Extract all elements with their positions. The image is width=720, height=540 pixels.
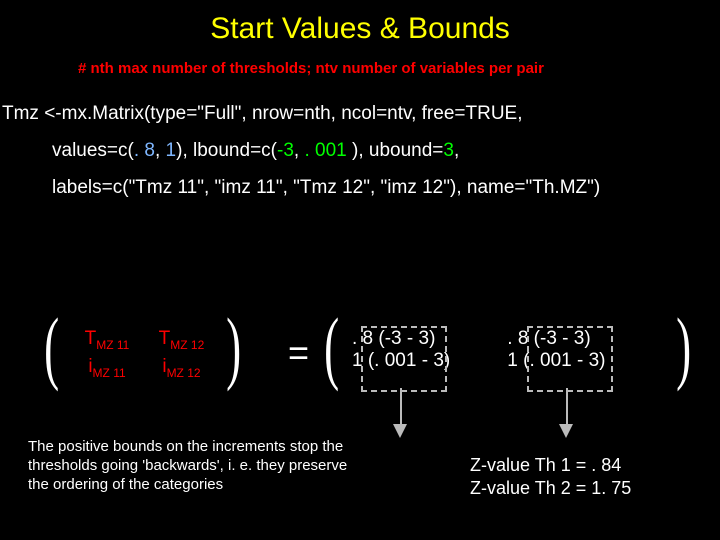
num-literal: . 8 [134, 140, 155, 161]
symbol-matrix: TMZ 11 TMZ 12 iMZ 11 iMZ 12 [72, 328, 216, 380]
code-text: , [155, 140, 166, 161]
num-literal: 3 [443, 140, 454, 161]
code-line-3: labels=c("Tmz 11", "imz 11", "Tmz 12", "… [52, 169, 720, 206]
code-block: Tmz <-mx.Matrix(type="Full", nrow=nth, n… [0, 95, 720, 206]
right-paren-icon: ) [676, 300, 691, 394]
code-line-2: values=c(. 8, 1), lbound=c(-3, . 001 ), … [52, 132, 720, 169]
explanatory-note: The positive bounds on the increments st… [28, 438, 348, 494]
arrow-line [566, 388, 568, 428]
equals-sign: = [288, 332, 309, 374]
code-text: ), lbound=c( [176, 140, 277, 161]
z-values: Z-value Th 1 = . 84 Z-value Th 2 = 1. 75 [470, 454, 631, 501]
highlight-box [361, 326, 447, 392]
matrix-cell: TMZ 11 [72, 328, 142, 352]
num-literal: . 001 [304, 140, 346, 161]
left-paren-icon: ( [44, 300, 59, 394]
num-literal: -3 [277, 140, 294, 161]
num-literal: 1 [166, 140, 177, 161]
code-comment: # nth max number of thresholds; ntv numb… [78, 60, 720, 77]
cell-sub: MZ 12 [167, 366, 201, 380]
code-text: values=c( [52, 140, 134, 161]
right-paren-icon: ) [226, 300, 241, 394]
z-value-line: Z-value Th 2 = 1. 75 [470, 477, 631, 500]
page-title: Start Values & Bounds [0, 0, 720, 46]
code-text: , [294, 140, 305, 161]
matrix-cell: TMZ 12 [146, 328, 216, 352]
matrix-cell: iMZ 11 [72, 356, 142, 380]
code-text: ), ubound= [347, 140, 444, 161]
code-line-1: Tmz <-mx.Matrix(type="Full", nrow=nth, n… [2, 95, 720, 132]
left-paren-icon: ( [324, 300, 339, 394]
cell-sub: MZ 11 [96, 338, 129, 352]
cell-sub: MZ 12 [170, 338, 204, 352]
arrow-down-icon [559, 424, 573, 438]
cell-sub: MZ 11 [93, 366, 126, 380]
code-text: , [454, 140, 459, 161]
z-value-line: Z-value Th 1 = . 84 [470, 454, 631, 477]
arrow-down-icon [393, 424, 407, 438]
cell-main: T [85, 328, 97, 349]
matrix-cell: iMZ 12 [146, 356, 216, 380]
arrow-line [400, 388, 402, 428]
cell-main: T [159, 328, 171, 349]
highlight-box [527, 326, 613, 392]
